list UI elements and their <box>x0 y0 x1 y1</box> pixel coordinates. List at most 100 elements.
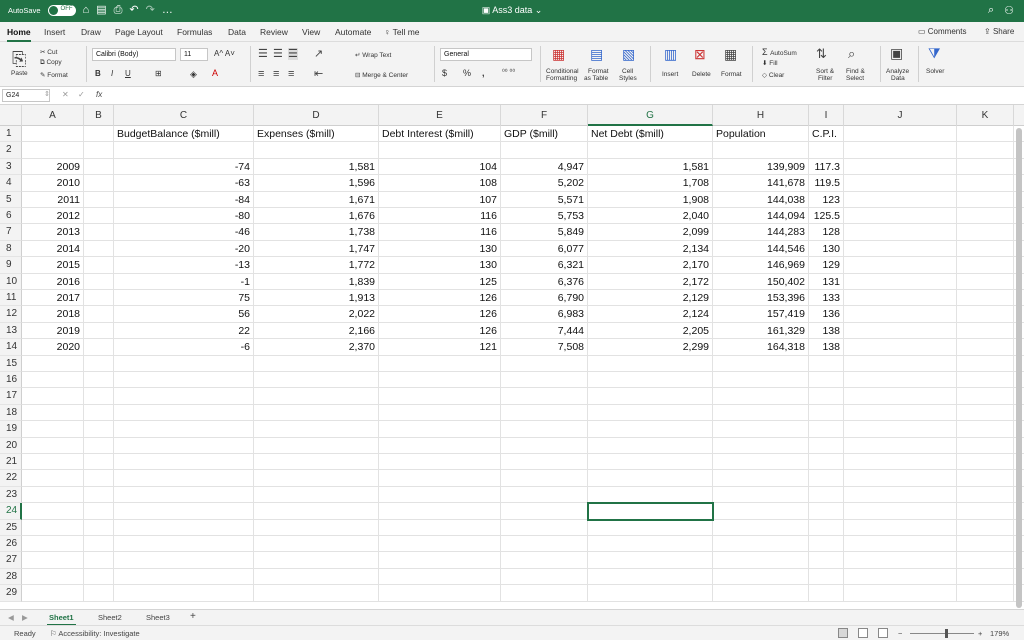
cell-f17[interactable] <box>501 388 588 405</box>
cell-i29[interactable] <box>809 585 844 602</box>
cell-b28[interactable] <box>84 568 114 586</box>
name-box-stepper-icon[interactable]: ⇕ <box>44 90 50 98</box>
cell-a13[interactable]: 2019 <box>22 322 84 340</box>
cell-a1[interactable] <box>22 126 84 143</box>
cell-d21[interactable] <box>254 454 379 471</box>
merge-center-button[interactable]: ⊟ Merge & Center <box>355 71 408 79</box>
cell-a11[interactable]: 2017 <box>22 290 84 307</box>
cell-i9[interactable]: 129 <box>809 257 844 274</box>
align-right-icon[interactable]: ≡ <box>288 68 294 80</box>
cell-i1[interactable]: C.P.I. <box>809 126 844 143</box>
cell-f11[interactable]: 6,790 <box>501 290 588 307</box>
cell-e14[interactable]: 121 <box>379 339 501 356</box>
cell-h20[interactable] <box>713 437 809 454</box>
cell-f1[interactable]: GDP ($mill) <box>501 126 588 143</box>
cell-g2[interactable] <box>588 142 713 159</box>
cell-h11[interactable]: 153,396 <box>713 290 809 307</box>
cut-button[interactable]: ✂ Cut <box>40 48 57 56</box>
row-header-18[interactable]: 18 <box>0 404 22 422</box>
cell-j23[interactable] <box>844 486 957 504</box>
cell-g4[interactable]: 1,708 <box>588 175 713 192</box>
cell-d23[interactable] <box>254 486 379 504</box>
cell-h17[interactable] <box>713 388 809 405</box>
cell-a9[interactable]: 2015 <box>22 257 84 274</box>
cell-g22[interactable] <box>588 470 713 487</box>
cell-e23[interactable] <box>379 486 501 504</box>
cell-j18[interactable] <box>844 404 957 422</box>
cell-i23[interactable] <box>809 486 844 504</box>
format-as-table-icon[interactable]: ▤ <box>590 47 603 61</box>
cell-e21[interactable] <box>379 454 501 471</box>
cell-f27[interactable] <box>501 552 588 569</box>
cell-j8[interactable] <box>844 240 957 258</box>
align-top-icon[interactable]: ☰ <box>258 48 268 60</box>
cell-i5[interactable]: 123 <box>809 191 844 208</box>
cell-g24[interactable] <box>588 503 713 520</box>
fill-button[interactable]: ⬇ Fill <box>762 59 778 67</box>
select-all-corner[interactable] <box>0 105 22 126</box>
cell-b29[interactable] <box>84 585 114 602</box>
cell-g12[interactable]: 2,124 <box>588 306 713 323</box>
cell-f12[interactable]: 6,983 <box>501 306 588 323</box>
cell-i24[interactable] <box>809 503 844 520</box>
column-header-a[interactable]: A <box>22 105 84 126</box>
cell-k9[interactable] <box>957 257 1014 274</box>
underline-button[interactable]: U <box>125 69 131 78</box>
cell-i2[interactable] <box>809 142 844 159</box>
cell-i10[interactable]: 131 <box>809 273 844 290</box>
column-header-c[interactable]: C <box>114 105 254 126</box>
cell-h27[interactable] <box>713 552 809 569</box>
confirm-icon[interactable]: ✓ <box>78 90 85 99</box>
row-header-1[interactable]: 1 <box>0 126 22 143</box>
add-sheet-button[interactable]: + <box>190 611 196 622</box>
borders-icon[interactable]: ⊞ <box>155 69 162 78</box>
cell-k6[interactable] <box>957 208 1014 225</box>
analyze-data-label-2[interactable]: Data <box>891 75 905 82</box>
cell-j15[interactable] <box>844 355 957 372</box>
column-header-d[interactable]: D <box>254 105 379 126</box>
cell-f14[interactable]: 7,508 <box>501 339 588 356</box>
cell-g8[interactable]: 2,134 <box>588 240 713 258</box>
cell-j10[interactable] <box>844 273 957 290</box>
conditional-formatting-label[interactable]: Conditional <box>546 68 579 75</box>
cell-d18[interactable] <box>254 404 379 422</box>
cell-d8[interactable]: 1,747 <box>254 240 379 258</box>
cell-g29[interactable] <box>588 585 713 602</box>
cell-c23[interactable] <box>114 486 254 504</box>
analyze-data-icon[interactable]: ▣ <box>890 46 903 60</box>
cell-j6[interactable] <box>844 208 957 225</box>
cell-f29[interactable] <box>501 585 588 602</box>
cell-d1[interactable]: Expenses ($mill) <box>254 126 379 143</box>
cell-g27[interactable] <box>588 552 713 569</box>
cell-j14[interactable] <box>844 339 957 356</box>
cell-j3[interactable] <box>844 158 957 176</box>
align-middle-icon[interactable]: ☰ <box>273 48 283 60</box>
spreadsheet-grid[interactable]: ABCDEFGHIJKL 1 BudgetBalance ($mill)Expen… <box>0 105 1024 609</box>
cell-a15[interactable] <box>22 355 84 372</box>
row-header-10[interactable]: 10 <box>0 273 22 290</box>
page-break-view-icon[interactable] <box>878 628 888 638</box>
cell-d24[interactable] <box>254 503 379 520</box>
cell-d11[interactable]: 1,913 <box>254 290 379 307</box>
cell-b15[interactable] <box>84 355 114 372</box>
cell-a23[interactable] <box>22 486 84 504</box>
cell-e25[interactable] <box>379 519 501 536</box>
cell-j26[interactable] <box>844 536 957 553</box>
find-select-label[interactable]: Find & <box>846 68 865 75</box>
cell-b3[interactable] <box>84 158 114 176</box>
cell-k25[interactable] <box>957 519 1014 536</box>
cell-a20[interactable] <box>22 437 84 454</box>
cell-h14[interactable]: 164,318 <box>713 339 809 356</box>
cell-f2[interactable] <box>501 142 588 159</box>
cell-d9[interactable]: 1,772 <box>254 257 379 274</box>
cell-h22[interactable] <box>713 470 809 487</box>
cell-i11[interactable]: 133 <box>809 290 844 307</box>
paste-icon[interactable]: ⎘ <box>12 50 26 68</box>
cell-a19[interactable] <box>22 421 84 438</box>
cell-g26[interactable] <box>588 536 713 553</box>
clear-button[interactable]: ◇ Clear <box>762 71 784 79</box>
cell-j5[interactable] <box>844 191 957 208</box>
cell-e8[interactable]: 130 <box>379 240 501 258</box>
zoom-slider-handle[interactable] <box>945 629 948 638</box>
row-header-9[interactable]: 9 <box>0 257 22 274</box>
